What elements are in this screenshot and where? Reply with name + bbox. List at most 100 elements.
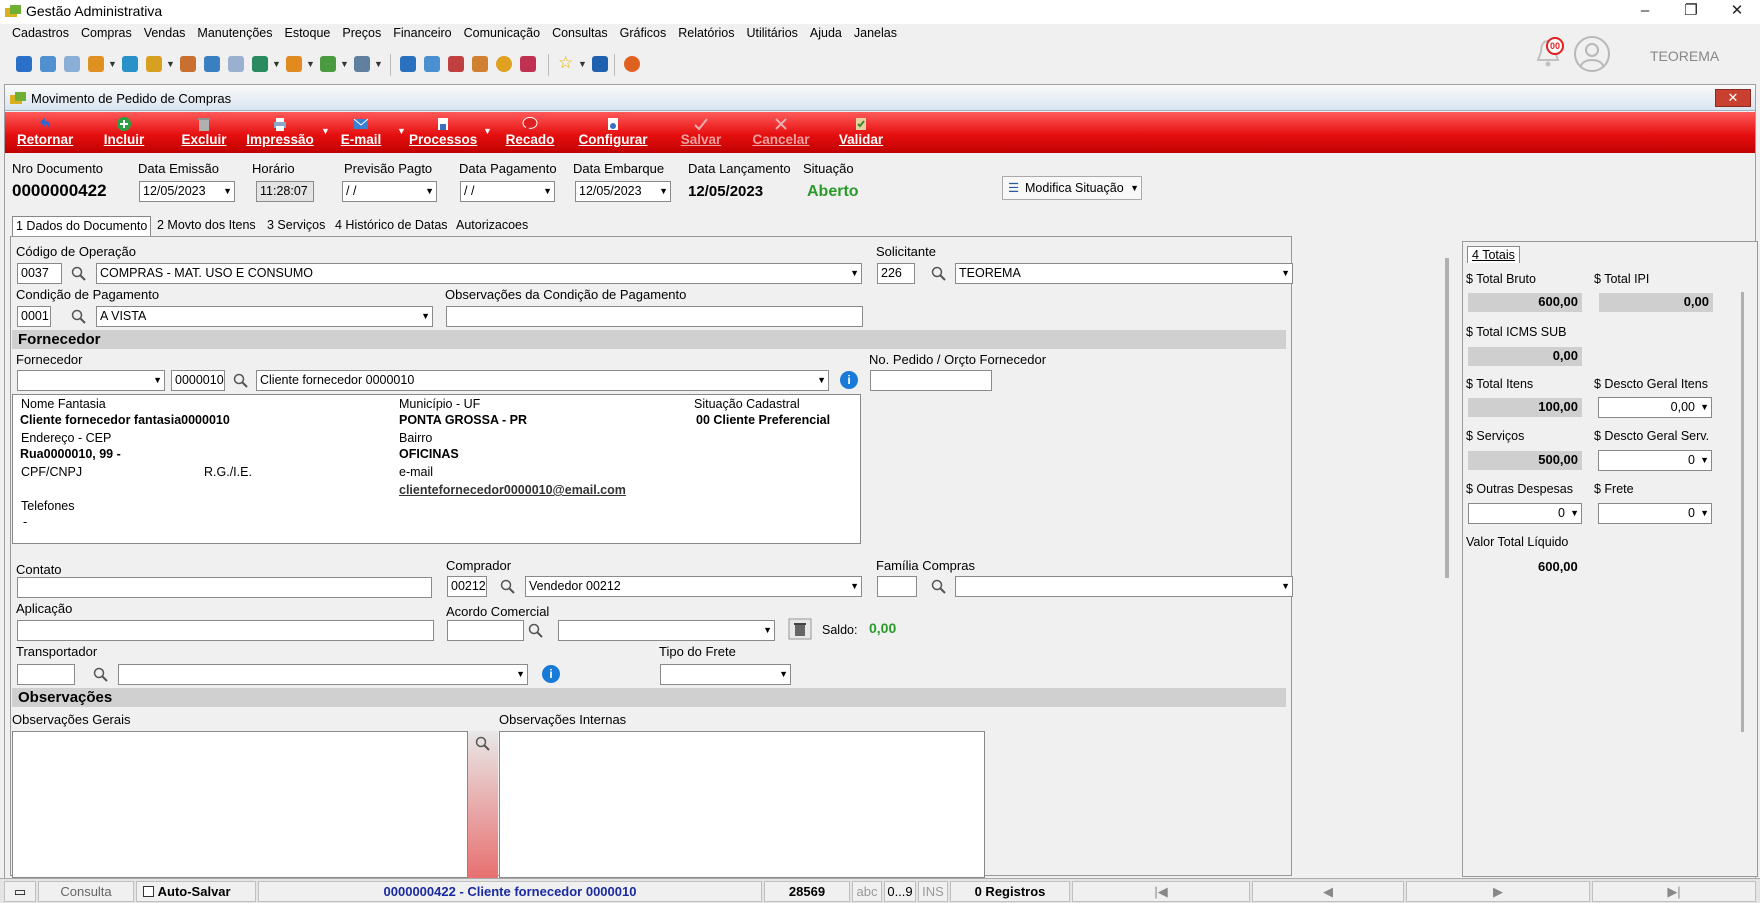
search-icon[interactable] (70, 308, 88, 326)
chevron-down-icon[interactable]: ▼ (850, 577, 859, 596)
prev-record-button[interactable]: ◀ (1252, 881, 1404, 902)
aplicacao-field[interactable] (17, 620, 434, 641)
chevron-down-icon[interactable]: ▼ (421, 307, 430, 326)
transportador-cod-field[interactable] (17, 664, 75, 685)
familia-cod-field[interactable] (877, 576, 917, 597)
acordo-cod-field[interactable] (447, 620, 524, 641)
chevron-down-icon[interactable]: ▼ (321, 126, 330, 136)
solicitante-cod-field[interactable]: 226 (877, 263, 915, 284)
fornecedor-nome-field[interactable]: Cliente fornecedor 0000010 ▼ (256, 370, 829, 391)
chevron-down-icon[interactable]: ▼ (578, 59, 587, 69)
menu-cadastros[interactable]: Cadastros (12, 26, 69, 40)
search-icon[interactable] (474, 735, 492, 753)
embarque-field[interactable]: 12/05/2023 ▼ (575, 181, 671, 202)
menu-financeiro[interactable]: Financeiro (393, 26, 451, 40)
list-icon[interactable] (88, 56, 104, 72)
chevron-down-icon[interactable]: ▼ (850, 264, 859, 283)
obs-gerais-field[interactable] (12, 731, 468, 878)
search-icon[interactable] (930, 265, 948, 283)
schedule-icon[interactable] (472, 56, 488, 72)
desc-serv-field[interactable]: 0 ▼ (1598, 450, 1712, 471)
search-icon[interactable] (92, 666, 110, 684)
obs-cond-field[interactable] (446, 306, 863, 327)
box-icon[interactable] (146, 56, 162, 72)
email-button[interactable]: E-mail (339, 112, 383, 153)
search-icon[interactable] (499, 578, 517, 596)
chevron-down-icon[interactable]: ▼ (763, 621, 772, 640)
tab-autorizacoes[interactable]: Autorizacoes (453, 216, 531, 236)
menu-manutencoes[interactable]: Manutenções (197, 26, 272, 40)
pagamento-field[interactable]: / / ▼ (460, 181, 555, 202)
tab-dados[interactable]: 1 Dados do Documento (12, 216, 152, 236)
chevron-down-icon[interactable]: ▼ (516, 665, 525, 684)
acordo-field[interactable]: ▼ (558, 620, 775, 641)
person-icon[interactable] (180, 56, 196, 72)
chevron-down-icon[interactable]: ▼ (1281, 264, 1290, 283)
cod-op-desc-field[interactable]: COMPRAS - MAT. USO E CONSUMO ▼ (96, 263, 862, 284)
chevron-down-icon[interactable]: ▼ (223, 182, 232, 201)
chevron-down-icon[interactable]: ▼ (543, 182, 552, 201)
recado-button[interactable]: Recado (505, 112, 555, 153)
impressao-button[interactable]: Impressão (245, 112, 315, 153)
chevron-down-icon[interactable]: ▼ (425, 182, 434, 201)
menu-precos[interactable]: Preços (342, 26, 381, 40)
menu-comunicacao[interactable]: Comunicação (464, 26, 540, 40)
obs-search-strip[interactable] (468, 731, 498, 878)
tab-itens[interactable]: 2 Movto dos Itens (154, 216, 259, 236)
email-link[interactable]: clientefornecedor0000010@email.com (399, 483, 626, 497)
chevron-down-icon[interactable]: ▼ (483, 126, 492, 136)
next-record-button[interactable]: ▶ (1406, 881, 1590, 902)
emissao-field[interactable]: 12/05/2023 ▼ (139, 181, 235, 202)
pedido-field[interactable] (870, 370, 992, 391)
first-record-button[interactable]: |◀ (1072, 881, 1250, 902)
printer-icon[interactable] (354, 56, 370, 72)
totais-scrollbar[interactable] (1741, 292, 1744, 732)
obs-internas-field[interactable] (499, 731, 985, 878)
menu-ajuda[interactable]: Ajuda (810, 26, 842, 40)
cond-cod-field[interactable]: 0001 (17, 306, 51, 327)
truck-icon[interactable] (286, 56, 302, 72)
validar-button[interactable]: Validar (833, 112, 889, 153)
calc2-icon[interactable] (424, 56, 440, 72)
menu-utilitarios[interactable]: Utilitários (747, 26, 798, 40)
fornecedor-cod-field[interactable]: 0000010 (171, 370, 225, 391)
user-avatar-icon[interactable] (1574, 36, 1610, 72)
id-card-icon[interactable] (228, 56, 244, 72)
search-icon[interactable] (527, 622, 545, 640)
search-icon[interactable] (930, 578, 948, 596)
menu-vendas[interactable]: Vendas (144, 26, 186, 40)
close-button[interactable]: ✕ (1714, 0, 1760, 24)
calculator-icon[interactable] (400, 56, 416, 72)
dollar-icon[interactable] (122, 56, 138, 72)
trash-icon[interactable] (788, 618, 812, 640)
transportador-field[interactable]: ▼ (118, 664, 528, 685)
familia-field[interactable]: ▼ (955, 576, 1293, 597)
menu-estoque[interactable]: Estoque (284, 26, 330, 40)
modifica-situacao-button[interactable]: ☰ Modifica Situação ▼ (1002, 176, 1142, 200)
chevron-down-icon[interactable]: ▼ (1130, 177, 1139, 199)
folder-icon[interactable] (16, 56, 32, 72)
tipo-frete-field[interactable]: ▼ (660, 664, 791, 685)
excluir-button[interactable]: Excluir (181, 112, 227, 153)
menu-janelas[interactable]: Janelas (854, 26, 897, 40)
configurar-button[interactable]: Configurar (577, 112, 649, 153)
report-icon[interactable] (520, 56, 536, 72)
users-icon[interactable] (40, 56, 56, 72)
chevron-down-icon[interactable]: ▼ (817, 371, 826, 390)
processos-button[interactable]: Processos (409, 112, 477, 153)
menu-consultas[interactable]: Consultas (552, 26, 608, 40)
chevron-down-icon[interactable]: ▼ (306, 59, 315, 69)
comprador-field[interactable]: Vendedor 00212 ▼ (525, 576, 862, 597)
chevron-down-icon[interactable]: ▼ (374, 59, 383, 69)
autosave-checkbox[interactable]: Auto-Salvar (136, 881, 256, 902)
chevron-down-icon[interactable]: ▼ (779, 665, 788, 684)
desc-itens-field[interactable]: 0,00 ▼ (1598, 397, 1712, 418)
comprador-cod-field[interactable]: 00212 (447, 576, 487, 597)
chevron-down-icon[interactable]: ▼ (272, 59, 281, 69)
chevron-down-icon[interactable]: ▼ (1700, 504, 1709, 523)
info-icon[interactable]: i (542, 665, 560, 683)
cancelar-button[interactable]: Cancelar (747, 112, 815, 153)
card-icon[interactable] (64, 56, 80, 72)
calendar-icon[interactable] (448, 56, 464, 72)
tab-totais[interactable]: 4 Totais (1467, 246, 1520, 263)
